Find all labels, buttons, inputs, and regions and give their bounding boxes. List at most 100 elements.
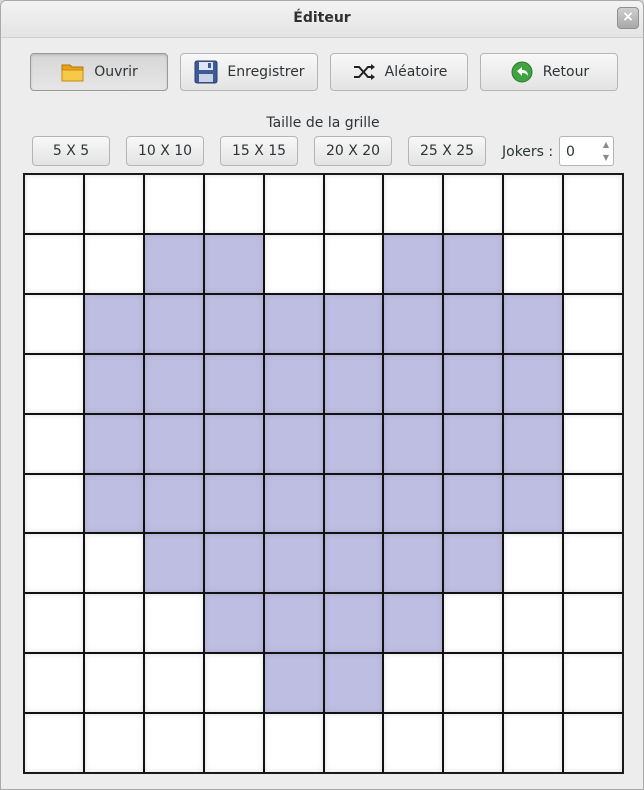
- grid-cell[interactable]: [25, 234, 83, 293]
- grid-cell[interactable]: [264, 474, 323, 533]
- grid-cell[interactable]: [144, 294, 203, 353]
- grid-cell[interactable]: [564, 294, 622, 353]
- grid-cell[interactable]: [264, 594, 323, 653]
- size-15x15-button[interactable]: 15 X 15: [220, 136, 298, 166]
- grid-cell[interactable]: [384, 175, 443, 233]
- grid-cell[interactable]: [324, 175, 383, 233]
- grid-cell[interactable]: [324, 594, 383, 653]
- grid-cell[interactable]: [144, 534, 203, 593]
- grid-cell[interactable]: [444, 534, 503, 593]
- grid-cell[interactable]: [504, 714, 563, 772]
- grid-cell[interactable]: [504, 354, 563, 413]
- grid-cell[interactable]: [144, 714, 203, 772]
- grid-cell[interactable]: [564, 714, 622, 772]
- grid-cell[interactable]: [25, 714, 83, 772]
- grid-cell[interactable]: [204, 714, 263, 772]
- grid-cell[interactable]: [204, 594, 263, 653]
- grid-cell[interactable]: [444, 354, 503, 413]
- grid-cell[interactable]: [264, 234, 323, 293]
- grid-cell[interactable]: [264, 294, 323, 353]
- size-5x5-button[interactable]: 5 X 5: [32, 136, 110, 166]
- grid-cell[interactable]: [25, 175, 83, 233]
- grid-cell[interactable]: [504, 474, 563, 533]
- grid-cell[interactable]: [144, 474, 203, 533]
- grid-cell[interactable]: [204, 294, 263, 353]
- grid-cell[interactable]: [324, 354, 383, 413]
- grid-cell[interactable]: [144, 234, 203, 293]
- grid-cell[interactable]: [504, 294, 563, 353]
- grid-cell[interactable]: [144, 414, 203, 473]
- grid-cell[interactable]: [144, 354, 203, 413]
- grid-cell[interactable]: [84, 654, 143, 713]
- grid-cell[interactable]: [564, 534, 622, 593]
- grid-cell[interactable]: [25, 414, 83, 473]
- grid-cell[interactable]: [204, 534, 263, 593]
- grid-cell[interactable]: [84, 534, 143, 593]
- grid-cell[interactable]: [324, 474, 383, 533]
- random-button[interactable]: Aléatoire: [330, 53, 468, 91]
- chevron-up-icon[interactable]: ▲: [603, 140, 609, 149]
- jokers-spinner[interactable]: 0 ▲ ▼: [559, 136, 614, 166]
- grid-cell[interactable]: [264, 354, 323, 413]
- grid-cell[interactable]: [144, 654, 203, 713]
- grid-cell[interactable]: [84, 234, 143, 293]
- grid-cell[interactable]: [384, 354, 443, 413]
- grid-cell[interactable]: [144, 594, 203, 653]
- grid-cell[interactable]: [444, 294, 503, 353]
- jokers-value[interactable]: 0: [566, 144, 575, 160]
- size-25x25-button[interactable]: 25 X 25: [408, 136, 486, 166]
- size-20x20-button[interactable]: 20 X 20: [314, 136, 392, 166]
- chevron-down-icon[interactable]: ▼: [603, 153, 609, 162]
- grid-cell[interactable]: [564, 594, 622, 653]
- close-button[interactable]: ×: [617, 7, 639, 29]
- grid-cell[interactable]: [204, 654, 263, 713]
- grid-cell[interactable]: [384, 474, 443, 533]
- grid-cell[interactable]: [504, 654, 563, 713]
- grid-cell[interactable]: [324, 234, 383, 293]
- grid-cell[interactable]: [25, 474, 83, 533]
- grid-cell[interactable]: [25, 534, 83, 593]
- grid-cell[interactable]: [264, 534, 323, 593]
- back-button[interactable]: Retour: [480, 53, 618, 91]
- grid-cell[interactable]: [25, 654, 83, 713]
- grid-cell[interactable]: [564, 234, 622, 293]
- grid-cell[interactable]: [564, 654, 622, 713]
- grid-cell[interactable]: [264, 414, 323, 473]
- grid-cell[interactable]: [564, 474, 622, 533]
- grid-cell[interactable]: [84, 714, 143, 772]
- grid-cell[interactable]: [444, 654, 503, 713]
- grid-cell[interactable]: [84, 354, 143, 413]
- grid-cell[interactable]: [264, 175, 323, 233]
- grid-cell[interactable]: [444, 234, 503, 293]
- grid-cell[interactable]: [84, 294, 143, 353]
- grid-cell[interactable]: [504, 594, 563, 653]
- grid-cell[interactable]: [204, 234, 263, 293]
- grid-cell[interactable]: [25, 594, 83, 653]
- grid-cell[interactable]: [384, 294, 443, 353]
- grid-cell[interactable]: [84, 474, 143, 533]
- grid-cell[interactable]: [25, 294, 83, 353]
- grid-cell[interactable]: [444, 594, 503, 653]
- grid-cell[interactable]: [504, 414, 563, 473]
- grid-cell[interactable]: [384, 714, 443, 772]
- grid-cell[interactable]: [444, 474, 503, 533]
- grid-cell[interactable]: [324, 414, 383, 473]
- grid-cell[interactable]: [444, 175, 503, 233]
- grid-cell[interactable]: [444, 714, 503, 772]
- grid-cell[interactable]: [444, 414, 503, 473]
- grid-cell[interactable]: [324, 714, 383, 772]
- grid-cell[interactable]: [264, 714, 323, 772]
- grid-cell[interactable]: [504, 175, 563, 233]
- grid-cell[interactable]: [384, 654, 443, 713]
- grid-cell[interactable]: [84, 414, 143, 473]
- grid-cell[interactable]: [84, 175, 143, 233]
- grid-cell[interactable]: [324, 654, 383, 713]
- grid-cell[interactable]: [204, 474, 263, 533]
- save-button[interactable]: Enregistrer: [180, 53, 318, 91]
- grid-cell[interactable]: [204, 175, 263, 233]
- grid-cell[interactable]: [564, 175, 622, 233]
- grid-cell[interactable]: [324, 534, 383, 593]
- grid-cell[interactable]: [564, 414, 622, 473]
- grid-cell[interactable]: [204, 354, 263, 413]
- grid-cell[interactable]: [564, 354, 622, 413]
